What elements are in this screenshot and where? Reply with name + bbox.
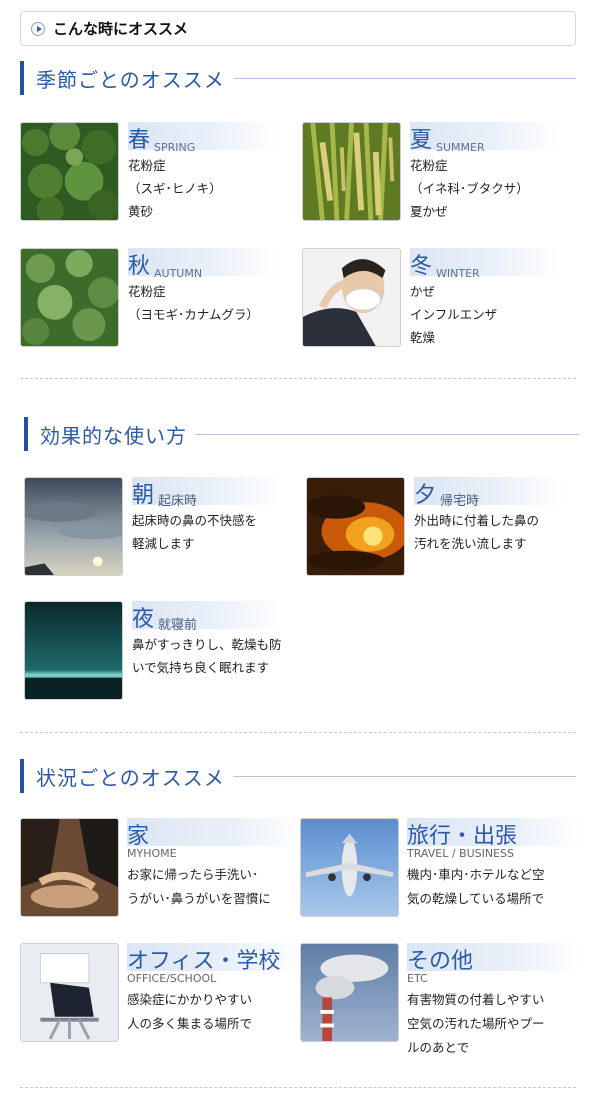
other-subtitle: ETC	[407, 972, 428, 985]
section-divider	[20, 378, 576, 379]
heading-accent-bar	[24, 417, 28, 451]
summer-title: 夏 SUMMER	[410, 122, 560, 154]
section-divider	[20, 1087, 576, 1088]
heading-rule	[232, 77, 576, 79]
season-section-heading: 季節ごとのオススメ	[20, 60, 576, 96]
section-divider	[20, 732, 576, 733]
morning-photo	[24, 477, 123, 576]
night-title: 夜就寝前	[132, 601, 282, 633]
home-text: お家に帰ったら手洗い･ うがい･鼻うがいを習慣に	[127, 867, 271, 906]
home-photo	[20, 818, 119, 917]
winter-title: 冬 WINTER	[410, 248, 560, 280]
play-circle-icon	[31, 21, 45, 36]
spring-text: 花粉症 （スギ･ヒノキ） 黄砂	[128, 158, 222, 219]
night-photo	[24, 601, 123, 700]
autumn-title: 秋 AUTUMN	[128, 248, 278, 280]
travel-photo	[300, 818, 399, 917]
morning-title: 朝起床時	[132, 477, 282, 509]
home-subtitle: MYHOME	[127, 847, 177, 860]
office-text: 感染症にかかりやすい 人の多く集まる場所で	[127, 992, 253, 1031]
heading-accent-bar	[20, 61, 24, 95]
night-text: 鼻がすっきりし、乾燥も防 いで気持ち良く眠れます	[132, 637, 282, 675]
autumn-photo	[20, 248, 119, 347]
summer-text: 花粉症 （イネ科･ブタクサ） 夏かぜ	[410, 158, 529, 219]
recommend-header: こんな時にオススメ	[20, 11, 576, 46]
situation-section-title: 状況ごとのオススメ	[36, 765, 225, 790]
evening-photo	[306, 477, 405, 576]
evening-title: 夕帰宅時	[414, 477, 564, 509]
office-subtitle: OFFICE/SCHOOL	[127, 972, 217, 985]
home-title: 家	[127, 818, 302, 849]
situation-section-heading: 状況ごとのオススメ	[20, 758, 576, 794]
winter-photo	[302, 248, 401, 347]
travel-subtitle: TRAVEL / BUSINESS	[407, 847, 515, 860]
spring-title: 春 SPRING	[128, 122, 278, 154]
heading-rule	[195, 433, 580, 435]
office-photo	[20, 943, 119, 1042]
summer-photo	[302, 122, 401, 221]
travel-title: 旅行・出張	[407, 818, 582, 849]
travel-text: 機内･車内･ホテルなど空 気の乾燥している場所で	[407, 867, 545, 906]
season-section-title: 季節ごとのオススメ	[36, 67, 225, 92]
winter-text: かぜ インフルエンザ 乾燥	[410, 284, 498, 345]
page-title: こんな時にオススメ	[53, 20, 189, 38]
morning-text: 起床時の鼻の不快感を 軽減します	[132, 513, 258, 551]
spring-photo	[20, 122, 119, 221]
heading-rule	[232, 775, 576, 777]
other-photo	[300, 943, 399, 1042]
usage-section-title: 効果的な使い方	[40, 423, 187, 448]
other-text: 有害物質の付着しやすい 空気の汚れた場所やプー ルのあとで	[407, 992, 545, 1055]
heading-accent-bar	[20, 759, 24, 793]
other-title: その他	[407, 943, 582, 974]
evening-text: 外出時に付着した鼻の 汚れを洗い流します	[414, 513, 540, 551]
office-title: オフィス・学校	[127, 943, 302, 974]
autumn-text: 花粉症 （ヨモギ･カナムグラ）	[128, 284, 259, 322]
usage-section-heading: 効果的な使い方	[24, 416, 580, 452]
